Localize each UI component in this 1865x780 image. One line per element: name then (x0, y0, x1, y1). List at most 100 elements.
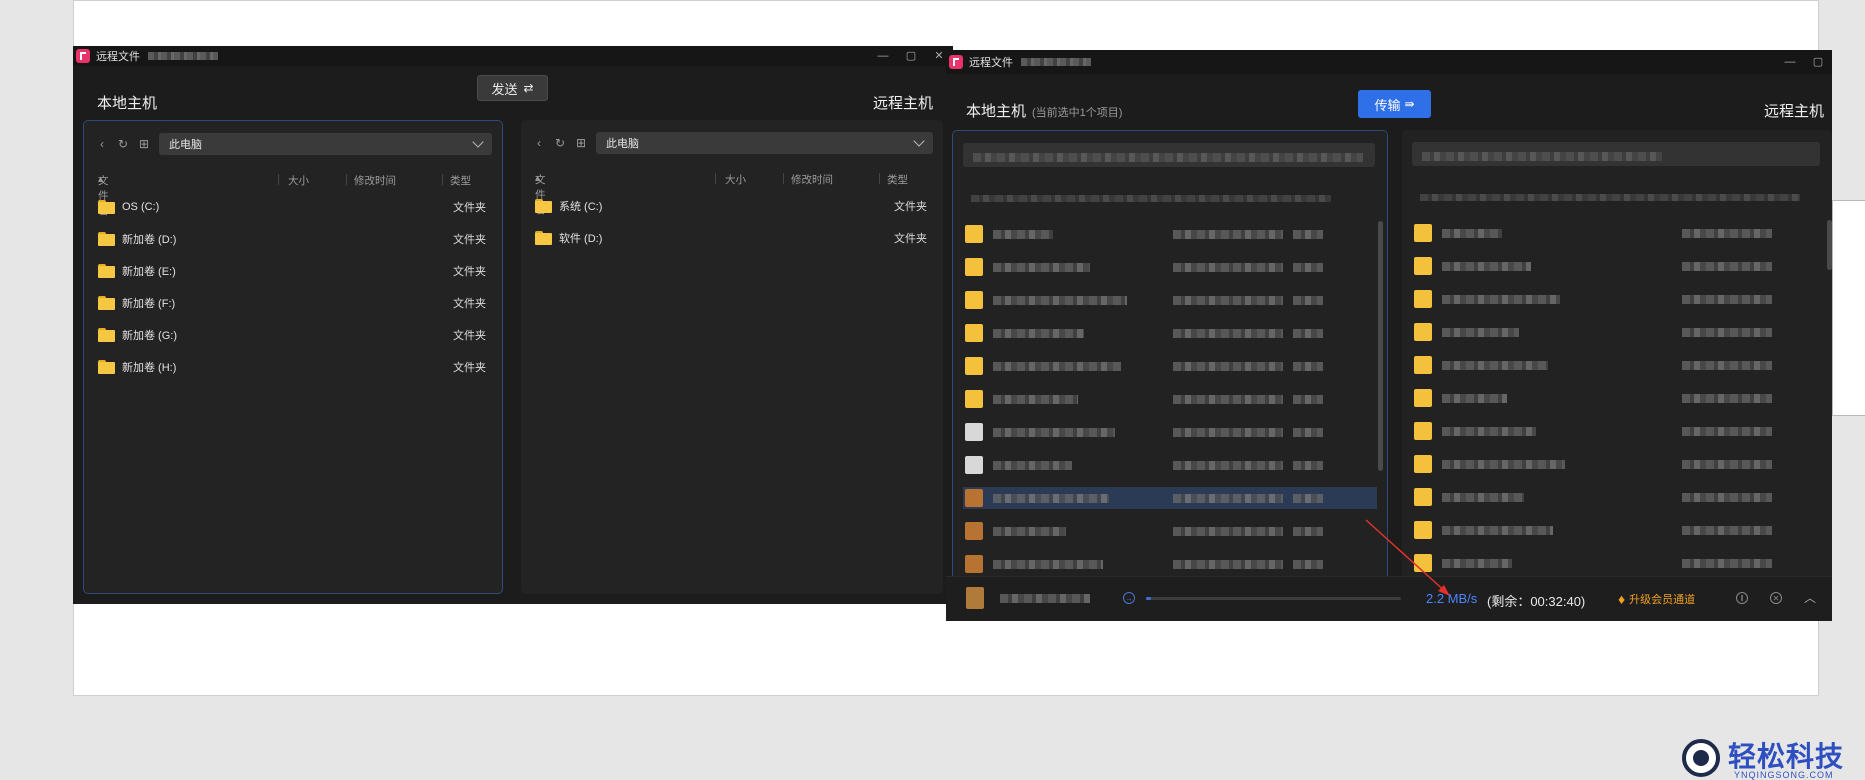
blurred-file-icon (965, 357, 983, 375)
chevron-down-icon (913, 135, 925, 147)
table-row[interactable]: 新加卷 (H:) 文件夹 (98, 357, 486, 377)
file-type: 文件夹 (453, 266, 486, 278)
remote-host-label: 远程主机 (1763, 103, 1824, 120)
swap-icon: ⇄ (523, 81, 534, 95)
table-row[interactable]: 新加卷 (F:) 文件夹 (98, 293, 486, 313)
blurred-list-item[interactable] (963, 454, 1377, 476)
send-label: 发送 (491, 81, 518, 97)
blurred-list-item[interactable] (963, 322, 1377, 344)
blurred-file-icon (965, 324, 983, 342)
scrollbar[interactable] (1378, 221, 1383, 471)
col-type[interactable]: 类型 (450, 173, 471, 188)
minimize-button[interactable]: — (869, 46, 897, 66)
blurred-list-item[interactable] (963, 256, 1377, 278)
file-type: 文件夹 (894, 233, 927, 245)
table-row[interactable]: 系统 (C:) 文件夹 (535, 196, 927, 216)
back-icon[interactable]: ‹ (531, 135, 547, 151)
table-row[interactable]: OS (C:) 文件夹 (98, 197, 486, 217)
local-path-select[interactable]: 此电脑 (159, 133, 492, 155)
new-folder-icon[interactable]: ⊞ (573, 135, 589, 151)
blurred-list-item[interactable] (963, 223, 1377, 245)
blurred-file-icon (1414, 356, 1432, 374)
table-row[interactable]: 新加卷 (D:) 文件夹 (98, 229, 486, 249)
file-name: 新加卷 (H:) (122, 362, 177, 374)
pause-icon[interactable]: ‖ (1736, 592, 1748, 604)
table-row[interactable]: 新加卷 (E:) 文件夹 (98, 261, 486, 281)
new-folder-icon[interactable]: ⊞ (136, 136, 152, 152)
blurred-file-icon (1414, 257, 1432, 275)
blurred-list-item[interactable] (1412, 387, 1822, 409)
folder-icon (535, 231, 552, 245)
back-icon[interactable]: ‹ (94, 136, 110, 152)
refresh-icon[interactable]: ↻ (552, 135, 568, 151)
blurred-list-item[interactable] (963, 388, 1377, 410)
blurred-list-item[interactable] (963, 487, 1377, 509)
blurred-list-item[interactable] (963, 553, 1377, 575)
blurred-file-icon (965, 522, 983, 540)
file-name: 新加卷 (E:) (122, 266, 176, 278)
transfer-button[interactable]: 传输 ⇛ (1358, 90, 1431, 118)
maximize-button[interactable]: ▢ (1804, 50, 1832, 74)
blurred-list-item[interactable] (963, 520, 1377, 542)
col-filename[interactable]: 文件名 ▴ (535, 172, 546, 216)
file-type: 文件夹 (453, 362, 486, 374)
blurred-list-item[interactable] (1412, 288, 1822, 310)
blurred-list-item[interactable] (963, 421, 1377, 443)
remote-host-label: 远程主机 (872, 95, 933, 112)
scrollbar[interactable] (1827, 220, 1832, 270)
file-type: 文件夹 (453, 330, 486, 342)
window-title: 远程文件 (969, 57, 1013, 69)
remote-path-bar: ‹ ↻ ⊞ 此电脑 (531, 132, 933, 154)
left-remote-file-window: 远程文件 — ▢ ✕ 本地主机 发送 ⇄ 远程主机 ‹ ↻ ⊞ 此电脑 文件名 … (73, 46, 953, 604)
app-logo-icon (76, 49, 90, 63)
transfer-progress (1146, 597, 1401, 600)
blurred-file-icon (965, 390, 983, 408)
remote-file-pane-blurred (1402, 130, 1832, 608)
blurred-file-icon (965, 258, 983, 276)
blurred-title-detail (1021, 58, 1091, 66)
upgrade-link[interactable]: ♦ 升级会员通道 (1618, 591, 1695, 607)
refresh-icon[interactable]: ↻ (115, 136, 131, 152)
blurred-list-item[interactable] (1412, 222, 1822, 244)
col-filename[interactable]: 文件名 ▴ (98, 173, 109, 217)
blurred-list-item[interactable] (1412, 420, 1822, 442)
blurred-list-item[interactable] (1412, 255, 1822, 277)
blurred-list-item[interactable] (1412, 486, 1822, 508)
transfer-label: 传输 (1374, 97, 1401, 113)
table-row[interactable]: 新加卷 (G:) 文件夹 (98, 325, 486, 345)
blurred-list-item[interactable] (963, 355, 1377, 377)
local-file-pane-blurred (952, 130, 1388, 608)
minimize-button[interactable]: — (1776, 50, 1804, 74)
maximize-button[interactable]: ▢ (897, 46, 925, 66)
remote-path-value: 此电脑 (606, 138, 639, 150)
chevron-down-icon (472, 136, 484, 148)
blurred-list-item[interactable] (1412, 354, 1822, 376)
blurred-list-item[interactable] (1412, 453, 1822, 475)
right-title-bar[interactable]: 远程文件 — ▢ (946, 50, 1832, 74)
col-type[interactable]: 类型 (887, 172, 908, 187)
blurred-file-icon (1414, 521, 1432, 539)
left-title-bar[interactable]: 远程文件 — ▢ ✕ (73, 46, 953, 66)
cancel-icon[interactable]: ✕ (1770, 592, 1782, 604)
window-title: 远程文件 (96, 51, 140, 63)
col-modified[interactable]: 修改时间 (791, 172, 833, 187)
chevron-up-icon[interactable]: ︿ (1804, 589, 1816, 606)
send-button[interactable]: 发送 ⇄ (477, 75, 548, 101)
blurred-list-item[interactable] (1412, 519, 1822, 541)
blurred-list-item[interactable] (1412, 321, 1822, 343)
blurred-list-item[interactable] (963, 289, 1377, 311)
transfer-remaining: (剩余：00:32:40) (1487, 594, 1586, 609)
transfer-progress-fill (1146, 597, 1152, 600)
local-host-label: 本地主机 (97, 95, 158, 112)
blurred-list-item[interactable] (1412, 552, 1822, 574)
local-path-bar: ‹ ↻ ⊞ 此电脑 (94, 133, 492, 155)
local-path-value: 此电脑 (169, 139, 202, 151)
remote-path-select[interactable]: 此电脑 (596, 132, 933, 154)
col-modified[interactable]: 修改时间 (354, 173, 396, 188)
blurred-file-icon (965, 555, 983, 573)
table-row[interactable]: 软件 (D:) 文件夹 (535, 228, 927, 248)
app-logo-icon (949, 55, 963, 69)
col-size[interactable]: 大小 (288, 173, 309, 188)
folder-icon (98, 200, 115, 214)
col-size[interactable]: 大小 (725, 172, 746, 187)
